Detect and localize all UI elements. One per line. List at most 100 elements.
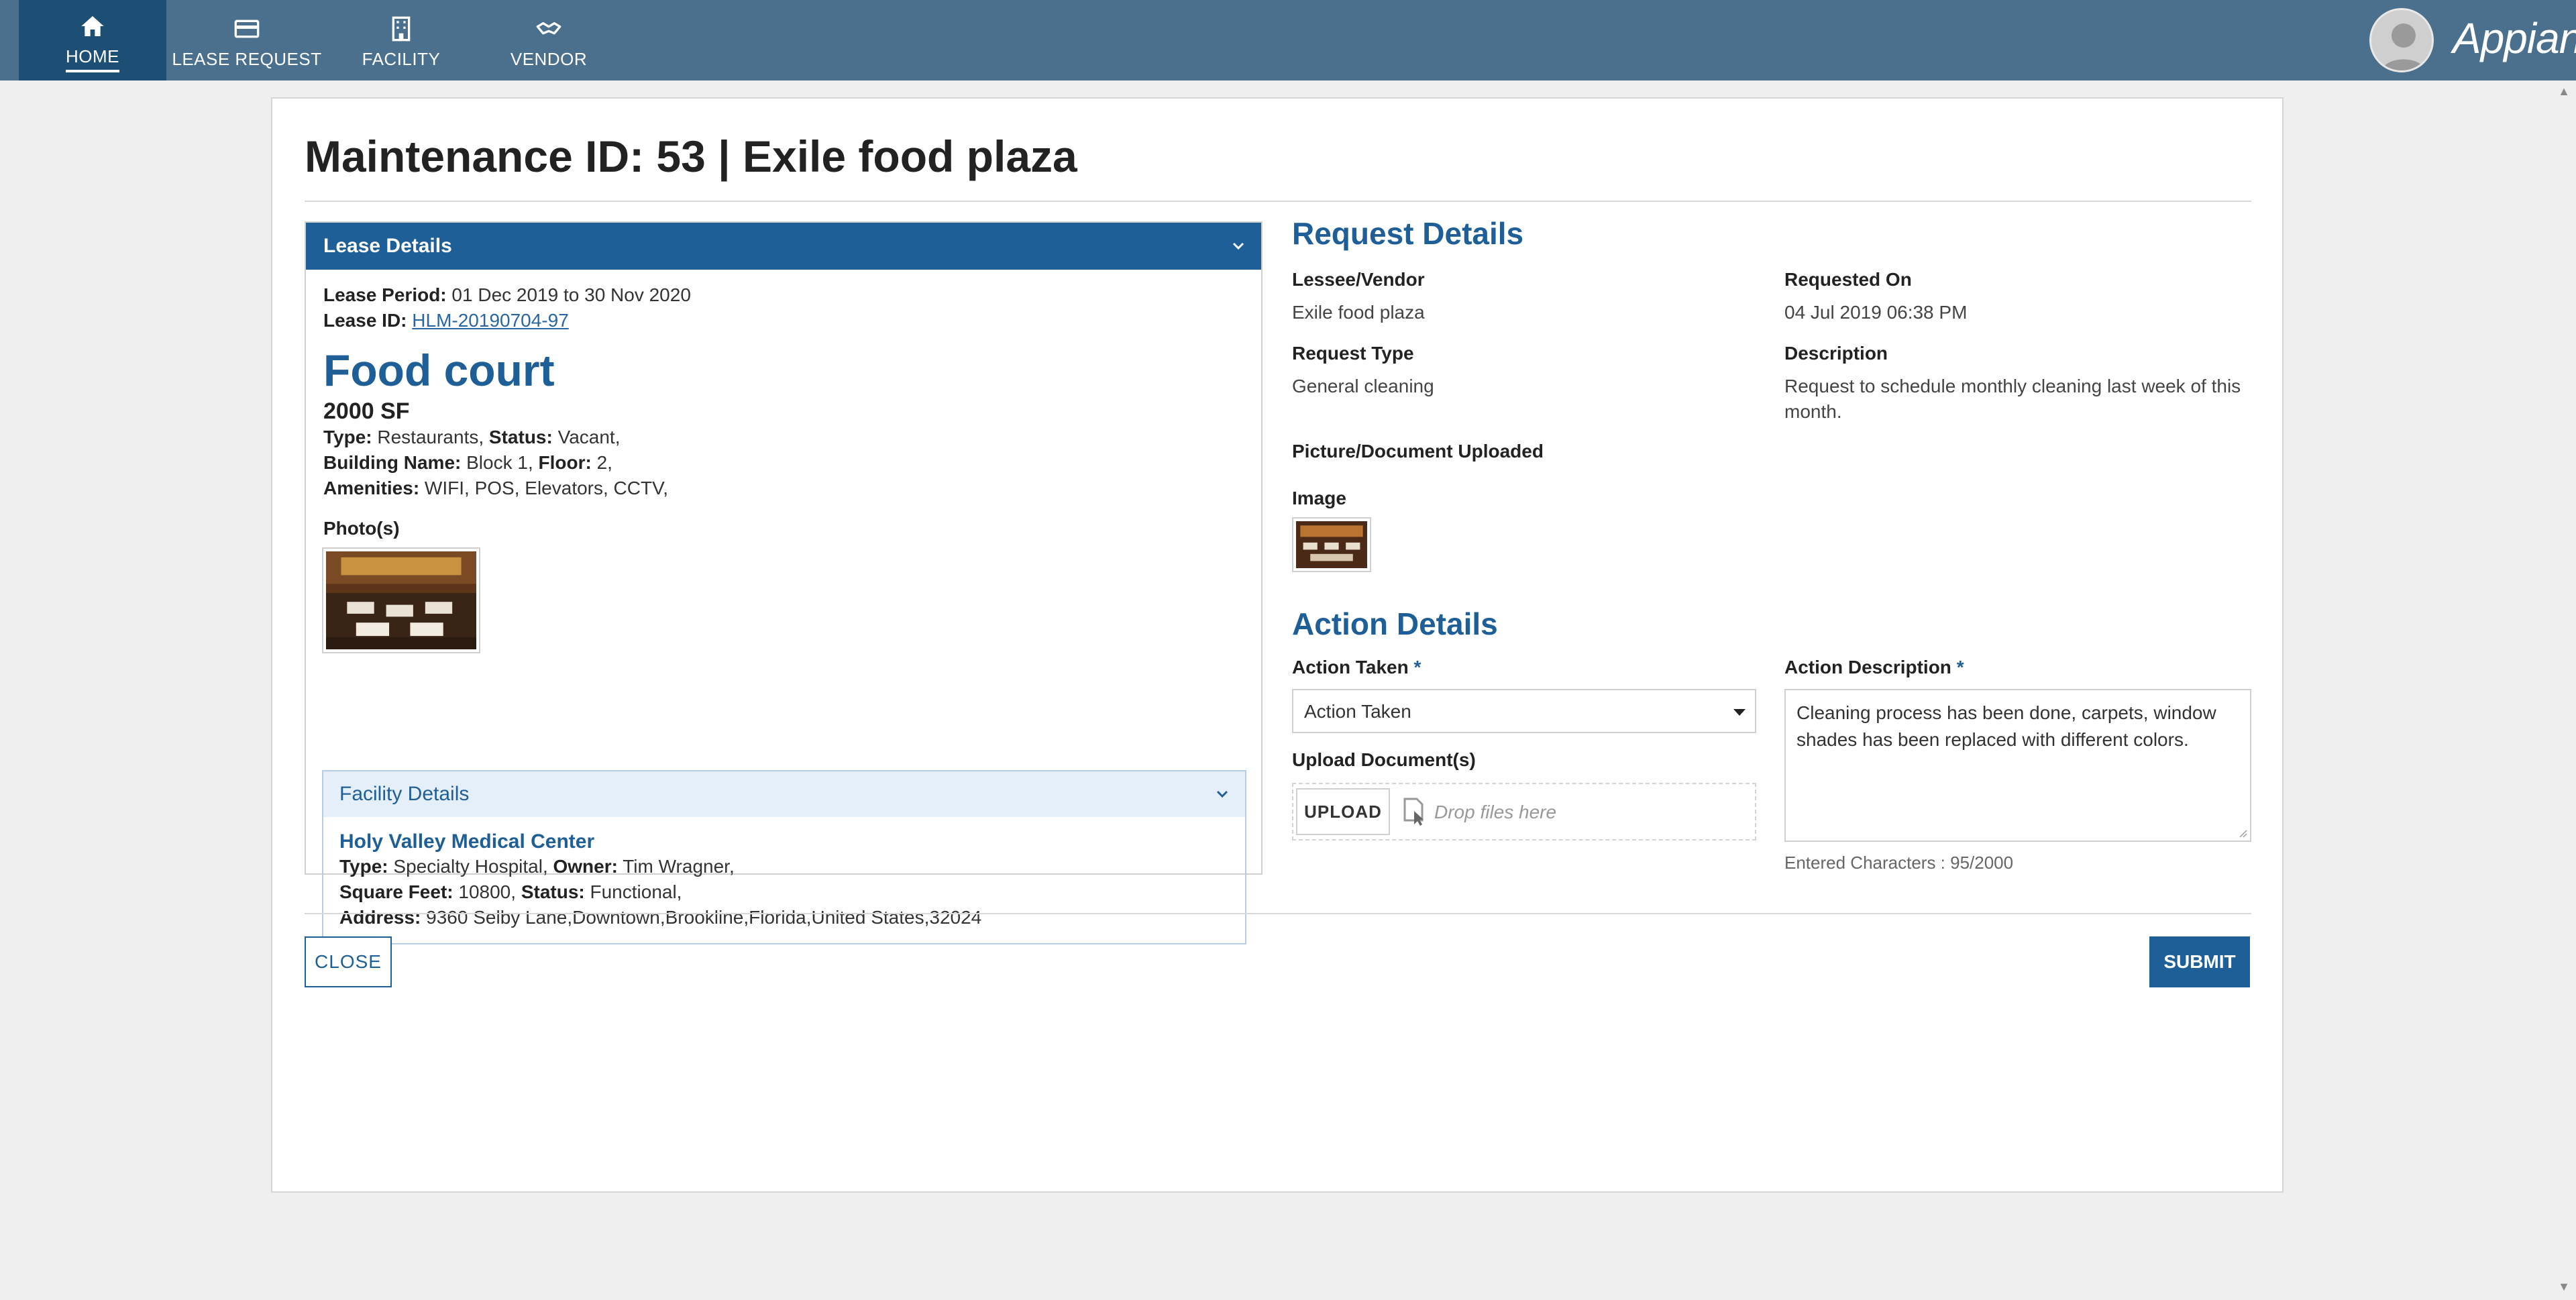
building-icon — [392, 16, 411, 41]
nav-item-home[interactable]: HOME — [19, 0, 166, 80]
character-count: Entered Characters : 95/2000 — [1784, 853, 2014, 873]
chevron-down-icon[interactable] — [1230, 238, 1246, 254]
action-taken-selected-value: Action Taken — [1304, 701, 1411, 722]
user-avatar[interactable] — [2369, 8, 2434, 72]
action-description-textarea[interactable]: Cleaning process has been done, carpets,… — [1784, 689, 2251, 842]
page-title: Maintenance ID: 53 | Exile food plaza — [305, 131, 1077, 181]
lease-id: Lease ID: HLM-20190704-97 — [323, 310, 569, 331]
facility-address-value: 9360 Selby Lane,Downtown,Brookline,Flori… — [421, 907, 982, 928]
dropdown-caret-icon — [1733, 709, 1746, 716]
floor-label: Floor: — [538, 452, 592, 473]
amenities-label: Amenities: — [323, 478, 420, 498]
nav-item-label: VENDOR — [510, 48, 588, 69]
action-description-label: Action Description * — [1784, 657, 1964, 678]
request-image-thumbnail[interactable] — [1292, 517, 1371, 572]
lease-period-label: Lease Period: — [323, 284, 447, 305]
nav-item-vendor[interactable]: VENDOR — [475, 0, 623, 80]
scroll-down-arrow[interactable]: ▼ — [2557, 1280, 2571, 1293]
action-taken-label-text: Action Taken — [1292, 657, 1409, 678]
image-label: Image — [1292, 488, 1346, 508]
facility-status-value: Functional, — [584, 881, 682, 902]
card-icon — [234, 19, 260, 38]
lease-details-panel: Lease Details Lease Period: 01 Dec 2019 … — [305, 221, 1263, 944]
lease-details-title: Lease Details — [323, 235, 452, 257]
submit-button[interactable]: SUBMIT — [2149, 936, 2250, 987]
unit-type-status: Type: Restaurants, Status: Vacant, — [323, 427, 620, 448]
user-avatar-icon — [2381, 23, 2426, 70]
request-type-label: Request Type — [1292, 343, 1414, 364]
requested-on-value: 04 Jul 2019 06:38 PM — [1784, 302, 1968, 323]
unit-size: 2000 SF — [323, 398, 410, 424]
maintenance-form-card: Maintenance ID: 53 | Exile food plaza Le… — [271, 97, 2284, 1193]
resize-handle-icon[interactable] — [2237, 827, 2247, 838]
status-value: Vacant, — [552, 427, 621, 447]
title-divider — [305, 201, 2251, 202]
type-value: Restaurants, — [372, 427, 489, 447]
top-navigation-bar: HOME LEASE REQUEST FACILITY VENDOR Appia… — [0, 0, 2576, 80]
home-icon — [81, 15, 104, 36]
unit-title: Food court — [323, 345, 555, 395]
facility-status-label: Status: — [521, 881, 585, 902]
action-taken-label: Action Taken * — [1292, 657, 1421, 678]
photos-label: Photo(s) — [323, 518, 400, 539]
upload-button[interactable]: UPLOAD — [1296, 788, 1390, 835]
nav-item-facility[interactable]: FACILITY — [327, 0, 475, 80]
handshake-icon — [536, 21, 561, 34]
status-label: Status: — [488, 427, 553, 447]
chevron-down-icon[interactable] — [1214, 786, 1230, 802]
facility-details-panel: Facility Details Holy Valley Medical Cen… — [322, 770, 1246, 944]
facility-owner-label: Owner: — [553, 856, 618, 877]
action-description-text: Cleaning process has been done, carpets,… — [1796, 702, 2216, 750]
facility-details-title: Facility Details — [339, 783, 470, 805]
nav-item-label: LEASE REQUEST — [172, 48, 322, 69]
lessee-value: Exile food plaza — [1292, 302, 1425, 323]
action-taken-dropdown[interactable]: Action Taken — [1292, 689, 1756, 733]
unit-photo-thumbnail[interactable] — [322, 547, 480, 653]
facility-address: Address: 9360 Selby Lane,Downtown,Brookl… — [339, 907, 981, 928]
nav-item-label: FACILITY — [362, 48, 441, 69]
facility-type-label: Type: — [339, 856, 388, 877]
brand-logo: Appian — [2453, 14, 2576, 62]
lease-id-label: Lease ID: — [323, 310, 407, 331]
lease-details-header[interactable]: Lease Details — [306, 223, 1261, 270]
uploaded-label: Picture/Document Uploaded — [1292, 441, 1544, 462]
restaurant-photo-image — [326, 551, 476, 649]
unit-building-floor: Building Name: Block 1, Floor: 2, — [323, 452, 612, 474]
required-marker: * — [1413, 657, 1421, 678]
nav-item-lease-request[interactable]: LEASE REQUEST — [166, 0, 327, 80]
scroll-up-arrow[interactable]: ▲ — [2557, 85, 2571, 98]
facility-address-label: Address: — [339, 907, 421, 928]
close-button[interactable]: CLOSE — [305, 936, 392, 987]
facility-owner-value: Tim Wragner, — [617, 856, 735, 877]
action-description-label-text: Action Description — [1784, 657, 1951, 678]
required-marker: * — [1956, 657, 1964, 678]
facility-sqft-status: Square Feet: 10800, Status: Functional, — [339, 881, 682, 903]
description-label: Description — [1784, 343, 1888, 364]
building-value: Block 1, — [461, 452, 539, 473]
facility-type-value: Specialty Hospital, — [388, 856, 553, 877]
nav-item-label: HOME — [66, 46, 119, 72]
action-details-title: Action Details — [1292, 606, 1498, 641]
unit-amenities: Amenities: WIFI, POS, Elevators, CCTV, — [323, 478, 668, 499]
description-value: Request to schedule monthly cleaning las… — [1784, 376, 2241, 422]
file-drop-icon — [1403, 798, 1424, 826]
floor-value: 2, — [591, 452, 612, 473]
requested-on-label: Requested On — [1784, 269, 1912, 290]
lease-period: Lease Period: 01 Dec 2019 to 30 Nov 2020 — [323, 284, 691, 306]
facility-sqft-label: Square Feet: — [339, 881, 453, 902]
facility-sqft-value: 10800, — [453, 881, 521, 902]
lease-id-link[interactable]: HLM-20190704-97 — [412, 310, 569, 331]
file-drop-zone[interactable]: UPLOAD Drop files here — [1292, 783, 1756, 841]
footer-divider — [305, 913, 2251, 914]
facility-details-header[interactable]: Facility Details — [323, 771, 1245, 817]
type-label: Type: — [323, 427, 372, 447]
amenities-value: WIFI, POS, Elevators, CCTV, — [419, 478, 668, 498]
building-label: Building Name: — [323, 452, 462, 473]
request-type-value: General cleaning — [1292, 376, 1434, 396]
facility-name-link[interactable]: Holy Valley Medical Center — [339, 830, 594, 853]
upload-documents-label: Upload Document(s) — [1292, 749, 1476, 770]
facility-type-owner: Type: Specialty Hospital, Owner: Tim Wra… — [339, 856, 735, 877]
lease-period-value: 01 Dec 2019 to 30 Nov 2020 — [446, 284, 691, 305]
request-photo-image — [1296, 521, 1367, 568]
lessee-label: Lessee/Vendor — [1292, 269, 1425, 290]
